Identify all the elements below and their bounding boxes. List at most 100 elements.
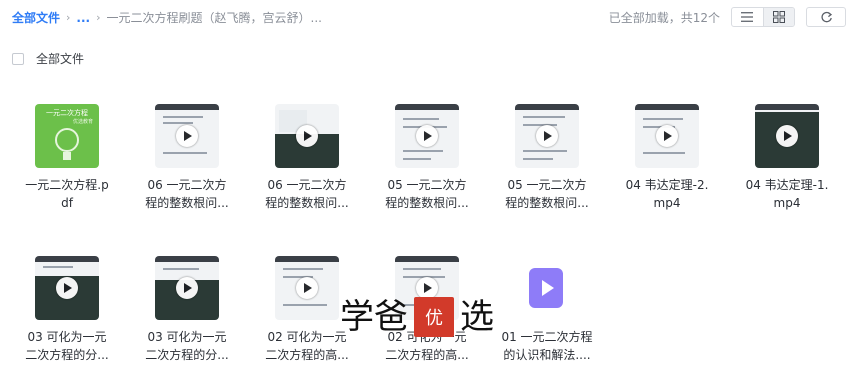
watermark-char: 选 [460, 297, 494, 337]
video-thumbnail[interactable] [35, 256, 99, 320]
thumbnail-window-bar [635, 104, 699, 110]
refresh-icon [820, 11, 832, 22]
file-name-line-2: 程的整数根问... [145, 196, 229, 210]
refresh-button[interactable] [806, 7, 846, 27]
file-name-line-2: 二次方程的分... [25, 348, 109, 362]
thumbnail-window-bar [155, 104, 219, 110]
play-icon[interactable] [656, 125, 678, 147]
watermark: 学 爸 优 选 [340, 296, 494, 338]
video-thumbnail[interactable] [515, 104, 579, 168]
thumbnail-text-line [643, 152, 685, 154]
breadcrumb-ellipsis-link[interactable]: ... [76, 11, 90, 25]
pdf-cover-title: 一元二次方程 [46, 109, 88, 117]
thumbnail-text-line [283, 304, 327, 306]
video-thumbnail[interactable] [755, 104, 819, 168]
file-name-line-1: 06 一元二次方 [147, 178, 227, 192]
file-name[interactable]: 一元二次方程.p df [7, 176, 127, 212]
select-all-label: 全部文件 [36, 52, 85, 66]
play-icon[interactable] [776, 125, 798, 147]
file-name[interactable]: 03 可化为一元 二次方程的分... [7, 328, 127, 364]
play-icon[interactable] [296, 277, 318, 299]
file-name-line-2: 程的整数根问... [265, 196, 349, 210]
file-name-line-2: df [61, 196, 73, 210]
document-thumbnail[interactable] [515, 256, 579, 320]
file-name-line-1: 06 一元二次方 [267, 178, 347, 192]
thumbnail-window-bar [755, 104, 819, 110]
watermark-seal: 优 [414, 297, 454, 337]
file-name-line-2: 程的整数根问... [385, 196, 469, 210]
thumbnail-window-bar [395, 256, 459, 262]
lightbulb-base [63, 152, 71, 160]
breadcrumb-current-folder: 一元二次方程刷题（赵飞腾，宫云舒）... [106, 11, 322, 25]
file-name[interactable]: 06 一元二次方 程的整数根问... [127, 176, 247, 212]
play-icon[interactable] [416, 125, 438, 147]
file-name[interactable]: 06 一元二次方 程的整数根问... [247, 176, 367, 212]
thumbnail-text-line [163, 268, 199, 270]
view-toggle [731, 7, 795, 27]
watermark-char: 学 [340, 297, 374, 337]
breadcrumb: 全部文件 › ... › 一元二次方程刷题（赵飞腾，宫云舒）... [12, 9, 342, 26]
file-name[interactable]: 05 一元二次方 程的整数根问... [367, 176, 487, 212]
pdf-thumbnail[interactable]: 一元二次方程 优选教育 [35, 104, 99, 168]
list-view-button[interactable] [732, 8, 763, 26]
file-name-line-2: 的认识和解法.... [503, 348, 591, 362]
video-thumbnail[interactable] [635, 104, 699, 168]
file-name-line-2: 二次方程的高... [385, 348, 469, 362]
video-thumbnail[interactable] [275, 256, 339, 320]
file-name[interactable]: 04 韦达定理-1. mp4 [727, 176, 847, 212]
file-name[interactable]: 03 可化为一元 二次方程的分... [127, 328, 247, 364]
thumbnail-text-line [403, 158, 431, 160]
play-icon[interactable] [536, 125, 558, 147]
file-name-line-2: mp4 [773, 196, 801, 210]
thumbnail-text-line [403, 268, 441, 270]
thumbnail-window-bar [275, 256, 339, 262]
file-name-line-1: 04 韦达定理-1. [745, 178, 829, 192]
video-thumbnail[interactable] [155, 256, 219, 320]
thumbnail-text-line [163, 122, 193, 124]
thumbnail-text-line [523, 150, 567, 152]
thumbnail-window-bar [35, 256, 99, 262]
thumbnail-text-line [163, 116, 203, 118]
video-thumbnail[interactable] [155, 104, 219, 168]
thumbnail-text-line [163, 152, 207, 154]
file-name-line-1: 05 一元二次方 [507, 178, 587, 192]
select-all-row: 全部文件 [12, 50, 84, 67]
load-status: 已全部加载，共12个 [608, 11, 720, 25]
file-name-line-2: 二次方程的高... [265, 348, 349, 362]
thumbnail-text-line [523, 158, 553, 160]
grid-icon [772, 11, 785, 23]
file-name[interactable]: 01 一元二次方程 的认识和解法.... [487, 328, 607, 364]
breadcrumb-root-link[interactable]: 全部文件 [12, 9, 60, 26]
file-name-line-2: 二次方程的分... [145, 348, 229, 362]
file-name-line-1: 01 一元二次方程 [501, 330, 593, 344]
video-thumbnail[interactable] [275, 104, 339, 168]
play-icon[interactable] [176, 277, 198, 299]
breadcrumb-separator-icon: › [96, 11, 101, 24]
watermark-char: 爸 [374, 297, 408, 337]
file-name-line-1: 一元二次方程.p [25, 178, 109, 192]
file-name-line-2: mp4 [653, 196, 681, 210]
grid-view-button[interactable] [762, 8, 794, 26]
select-all-checkbox[interactable] [12, 52, 24, 65]
thumbnail-window-bar [155, 256, 219, 262]
watermark-seal-text: 优 [425, 308, 443, 329]
video-thumbnail[interactable] [395, 104, 459, 168]
file-name-line-1: 03 可化为一元 [147, 330, 227, 344]
file-name-line-1: 04 韦达定理-2. [625, 178, 709, 192]
play-icon[interactable] [56, 277, 78, 299]
file-browser: 全部文件 › ... › 一元二次方程刷题（赵飞腾，宫云舒）... 已全部加载，… [0, 0, 854, 374]
thumbnail-text-line [403, 150, 443, 152]
file-name-line-1: 05 一元二次方 [387, 178, 467, 192]
thumbnail-text-line [403, 118, 439, 120]
thumbnail-text-line [643, 118, 683, 120]
play-icon[interactable] [176, 125, 198, 147]
thumbnail-text-line [523, 116, 565, 118]
play-icon[interactable] [296, 125, 318, 147]
list-icon [741, 12, 754, 22]
file-name[interactable]: 04 韦达定理-2. mp4 [607, 176, 727, 212]
thumbnail-text-line [283, 268, 323, 270]
file-name[interactable]: 05 一元二次方 程的整数根问... [487, 176, 607, 212]
thumbnail-window-bar [515, 104, 579, 110]
file-name-line-1: 03 可化为一元 [27, 330, 107, 344]
lightbulb-icon [55, 128, 79, 152]
